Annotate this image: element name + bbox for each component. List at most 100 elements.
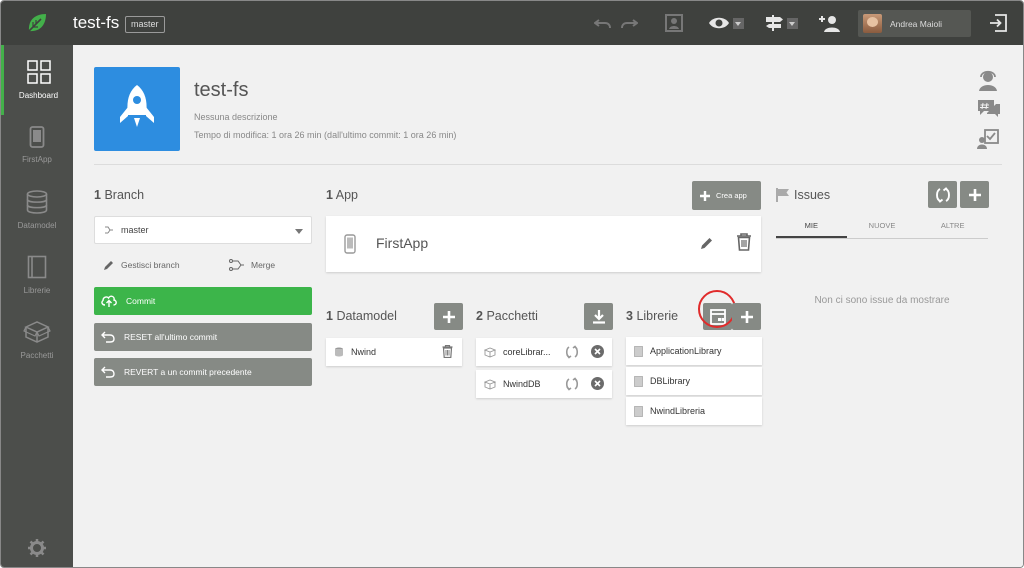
cloud-upload-icon bbox=[101, 295, 117, 307]
sidebar-item-label: Pacchetti bbox=[20, 351, 54, 360]
sync-icon[interactable] bbox=[565, 345, 579, 359]
sidebar: Dashboard FirstApp Datamodel Librerie Pa… bbox=[1, 45, 73, 567]
library-name: ApplicationLibrary bbox=[650, 346, 722, 356]
library-book-icon bbox=[634, 345, 643, 357]
leaf-logo-icon[interactable] bbox=[1, 1, 73, 45]
sidebar-item-firstapp[interactable]: FirstApp bbox=[1, 110, 73, 180]
library-book-icon bbox=[634, 405, 643, 417]
task-check-icon[interactable] bbox=[977, 129, 999, 154]
tab-mie[interactable]: MIE bbox=[776, 221, 847, 238]
project-app-icon bbox=[94, 67, 180, 151]
datamodel-section-title: 1 Datamodel bbox=[326, 309, 397, 323]
remove-circle-icon[interactable] bbox=[591, 345, 604, 358]
sidebar-item-datamodel[interactable]: Datamodel bbox=[1, 175, 73, 245]
app-name: FirstApp bbox=[376, 235, 429, 251]
refresh-issues-button[interactable] bbox=[928, 181, 957, 208]
database-icon bbox=[26, 190, 48, 214]
revert-label: REVERT a un commit precedente bbox=[124, 367, 252, 377]
avatar bbox=[863, 14, 882, 33]
sidebar-item-pacchetti[interactable]: Pacchetti bbox=[1, 305, 73, 375]
user-menu[interactable]: Andrea Maioli bbox=[858, 10, 971, 37]
sync-icon[interactable] bbox=[565, 377, 579, 391]
chat-hash-icon[interactable] bbox=[977, 99, 1001, 124]
app-count: 1 bbox=[326, 188, 333, 202]
add-user-icon[interactable] bbox=[817, 11, 841, 35]
chevron-down-icon[interactable] bbox=[733, 17, 744, 29]
sidebar-item-dashboard[interactable]: Dashboard bbox=[1, 45, 73, 115]
create-app-button[interactable]: Crea app bbox=[692, 181, 761, 210]
add-issue-button[interactable] bbox=[960, 181, 989, 208]
plus-icon bbox=[740, 310, 753, 323]
app-window: test-fs master Andrea Maioli Dashboard F… bbox=[0, 0, 1024, 568]
issues-tabs: MIE NUOVE ALTRE bbox=[776, 221, 988, 239]
datamodel-name: Nwind bbox=[351, 347, 377, 357]
merge-link[interactable]: Merge bbox=[229, 259, 275, 271]
library-item-nwindlibreria[interactable]: NwindLibreria bbox=[626, 397, 762, 425]
trash-icon[interactable] bbox=[442, 345, 453, 358]
reset-button[interactable]: RESET all'ultimo commit bbox=[94, 323, 312, 351]
manage-branch-link[interactable]: Gestisci branch bbox=[103, 259, 180, 271]
packages-count: 2 bbox=[476, 309, 483, 323]
commit-button[interactable]: Commit bbox=[94, 287, 312, 315]
flag-icon bbox=[776, 188, 789, 202]
library-name: DBLibrary bbox=[650, 376, 691, 386]
branch-title: Branch bbox=[104, 188, 145, 202]
library-item-dblibrary[interactable]: DBLibrary bbox=[626, 367, 762, 395]
branch-section-title: 1 Branch bbox=[94, 188, 144, 202]
manage-branch-label: Gestisci branch bbox=[121, 260, 180, 270]
trash-icon[interactable] bbox=[736, 233, 752, 251]
chevron-down-icon bbox=[295, 229, 303, 234]
pencil-icon[interactable] bbox=[700, 236, 714, 250]
plus-icon bbox=[700, 190, 710, 201]
app-title: test-fs bbox=[73, 13, 120, 32]
highlight-ring bbox=[698, 290, 736, 328]
undo-arrow-icon bbox=[101, 331, 115, 343]
tab-nuove[interactable]: NUOVE bbox=[847, 221, 918, 238]
datamodel-count: 1 bbox=[326, 309, 333, 323]
tab-altre[interactable]: ALTRE bbox=[917, 221, 988, 238]
book-icon bbox=[27, 255, 47, 279]
undo-icon[interactable] bbox=[593, 11, 613, 35]
reset-label: RESET all'ultimo commit bbox=[124, 332, 218, 342]
sidebar-item-librerie[interactable]: Librerie bbox=[1, 240, 73, 310]
library-item-applicationlibrary[interactable]: ApplicationLibrary bbox=[626, 337, 762, 365]
project-modified-time: Tempo di modifica: 1 ora 26 min (dall'ul… bbox=[194, 130, 457, 140]
signpost-icon[interactable] bbox=[761, 11, 801, 35]
support-agent-icon[interactable] bbox=[977, 69, 999, 96]
pencil-icon bbox=[104, 261, 113, 270]
logout-icon[interactable] bbox=[987, 11, 1009, 35]
app-section-title: 1 App bbox=[326, 188, 358, 202]
add-datamodel-button[interactable] bbox=[434, 303, 463, 330]
branch-badge: master bbox=[125, 16, 165, 33]
main-content: test-fs Nessuna descrizione Tempo di mod… bbox=[73, 45, 1023, 567]
package-item-nwinddb[interactable]: NwindDB bbox=[476, 370, 612, 398]
undo-arrow-icon bbox=[101, 366, 115, 378]
library-book-icon bbox=[634, 375, 643, 387]
datamodel-item-nwind[interactable]: Nwind bbox=[326, 338, 462, 366]
package-box-icon bbox=[484, 379, 496, 389]
sidebar-item-label: Datamodel bbox=[17, 221, 57, 230]
packages-icon bbox=[23, 321, 51, 343]
revert-button[interactable]: REVERT a un commit precedente bbox=[94, 358, 312, 386]
gear-icon[interactable] bbox=[28, 539, 46, 562]
user-name: Andrea Maioli bbox=[890, 18, 942, 29]
app-card-firstapp[interactable]: FirstApp bbox=[326, 216, 761, 272]
top-bar: test-fs master Andrea Maioli bbox=[1, 1, 1023, 45]
download-package-button[interactable] bbox=[584, 303, 613, 330]
package-item-corelibrary[interactable]: coreLibrar... bbox=[476, 338, 612, 366]
remove-circle-icon[interactable] bbox=[591, 377, 604, 390]
phone-icon bbox=[29, 126, 45, 148]
redo-icon[interactable] bbox=[619, 11, 639, 35]
libraries-title: Librerie bbox=[636, 309, 679, 323]
sidebar-item-label: Dashboard bbox=[18, 91, 59, 100]
branch-select[interactable]: master bbox=[94, 216, 312, 244]
rocket-icon bbox=[120, 85, 154, 127]
user-frame-icon[interactable] bbox=[663, 11, 685, 35]
phone-icon bbox=[344, 234, 356, 254]
preview-eye-icon[interactable] bbox=[705, 11, 747, 35]
add-library-button[interactable] bbox=[732, 303, 761, 330]
libraries-section-title: 3 Librerie bbox=[626, 309, 678, 323]
packages-section-title: 2 Pacchetti bbox=[476, 309, 538, 323]
database-icon bbox=[335, 347, 343, 357]
chevron-down-icon[interactable] bbox=[787, 17, 798, 29]
